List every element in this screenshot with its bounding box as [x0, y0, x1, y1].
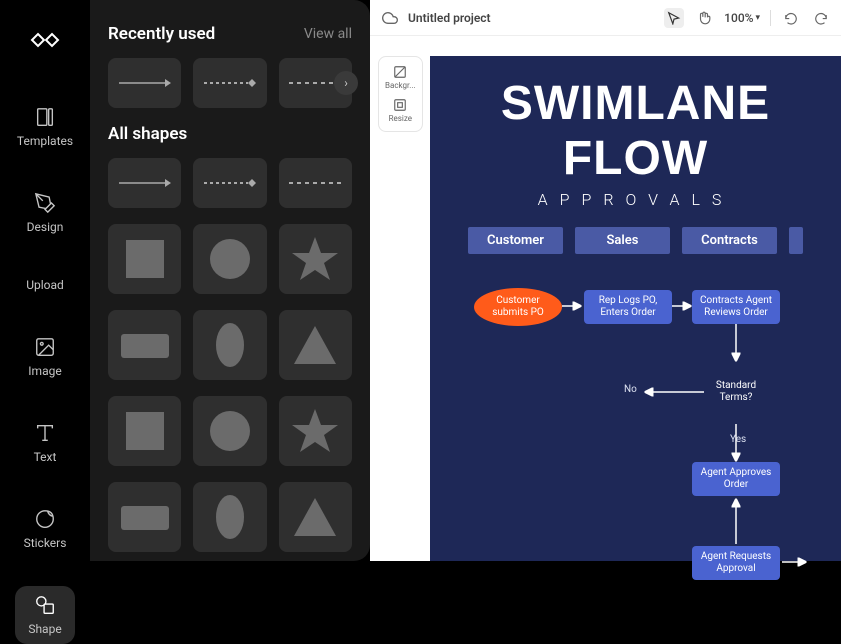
- all-shapes-title: All shapes: [108, 124, 187, 144]
- nav-label: Text: [34, 450, 57, 464]
- node-rep-logs: Rep Logs PO,Enters Order: [584, 290, 672, 324]
- redo-button[interactable]: [811, 8, 831, 28]
- shapes-panel: Recently used View all › All shapes: [90, 0, 370, 561]
- flow-body: Customersubmits PO Rep Logs PO,Enters Or…: [460, 264, 811, 604]
- design-icon: [34, 192, 56, 214]
- shape-circle[interactable]: [193, 396, 266, 466]
- label-no: No: [624, 384, 637, 395]
- lane-header: Contracts: [682, 227, 777, 254]
- templates-icon: [34, 106, 56, 128]
- shape-triangle[interactable]: [279, 310, 352, 380]
- nav-label: Upload: [26, 278, 64, 292]
- project-title[interactable]: Untitled project: [408, 11, 491, 25]
- label-yes: Yes: [730, 434, 746, 445]
- nav-stickers[interactable]: Stickers: [15, 500, 75, 558]
- node-agent-approves: Agent ApprovesOrder: [692, 462, 780, 496]
- lane-header: [789, 227, 803, 254]
- chevron-right-icon: ›: [344, 76, 348, 90]
- shape-square[interactable]: [108, 224, 181, 294]
- image-icon: [34, 336, 56, 358]
- zoom-level[interactable]: 100%▾: [724, 11, 760, 25]
- shape-triangle[interactable]: [279, 482, 352, 552]
- nav-label: Templates: [17, 134, 73, 148]
- shape-arrow-dashed-diamond[interactable]: [193, 158, 266, 208]
- nav-label: Stickers: [24, 536, 67, 550]
- hand-tool[interactable]: [694, 8, 714, 28]
- lane-header: Customer: [468, 227, 563, 254]
- nav-templates[interactable]: Templates: [15, 98, 75, 156]
- nav-design[interactable]: Design: [15, 184, 75, 242]
- canvas-side-tools: Backgr... Resize: [378, 56, 423, 132]
- canvas-area: Untitled project 100%▾ Backgr... Resize …: [370, 0, 841, 561]
- shape-ellipse[interactable]: [193, 310, 266, 380]
- node-customer-submits: Customersubmits PO: [474, 288, 562, 326]
- nav-shape[interactable]: Shape: [15, 586, 75, 644]
- chevron-down-icon: ▾: [755, 13, 760, 23]
- shape-star[interactable]: [279, 224, 352, 294]
- shape-ellipse[interactable]: [193, 482, 266, 552]
- stickers-icon: [34, 508, 56, 530]
- shape-rectangle[interactable]: [108, 310, 181, 380]
- cursor-tool[interactable]: [664, 8, 684, 28]
- nav-label: Image: [28, 364, 61, 378]
- background-icon: [393, 65, 407, 79]
- nav-upload[interactable]: Upload: [15, 270, 75, 300]
- text-icon: [34, 422, 56, 444]
- shape-arrow-dashed-diamond[interactable]: [193, 58, 266, 108]
- view-all-link[interactable]: View all: [304, 26, 352, 42]
- nav-text[interactable]: Text: [15, 414, 75, 472]
- recently-used-title: Recently used: [108, 24, 215, 44]
- nav-image[interactable]: Image: [15, 328, 75, 386]
- shape-rectangle[interactable]: [108, 482, 181, 552]
- flowchart-title: SWIMLANE FLOW: [460, 76, 811, 186]
- shape-arrow-solid[interactable]: [108, 58, 181, 108]
- lane-header: Sales: [575, 227, 670, 254]
- resize-tool[interactable]: Resize: [387, 96, 414, 125]
- design-canvas[interactable]: SWIMLANE FLOW APPROVALS Customer Sales C…: [430, 56, 841, 561]
- shape-circle[interactable]: [193, 224, 266, 294]
- resize-icon: [393, 98, 407, 112]
- shape-square[interactable]: [108, 396, 181, 466]
- shape-star[interactable]: [279, 396, 352, 466]
- flowchart-subtitle: APPROVALS: [460, 190, 811, 209]
- nav-label: Design: [27, 220, 64, 234]
- shape-line-dashed[interactable]: [279, 158, 352, 208]
- node-standard-terms: StandardTerms?: [704, 360, 768, 424]
- shape-arrow-solid[interactable]: [108, 158, 181, 208]
- cloud-sync-icon[interactable]: [380, 8, 400, 28]
- app-logo: [30, 30, 60, 50]
- shape-icon: [34, 594, 56, 616]
- carousel-next-button[interactable]: ›: [334, 71, 358, 95]
- nav-label: Shape: [28, 622, 61, 636]
- undo-button[interactable]: [781, 8, 801, 28]
- background-tool[interactable]: Backgr...: [383, 63, 418, 92]
- top-toolbar: Untitled project 100%▾: [370, 0, 841, 36]
- node-contracts-agent: Contracts AgentReviews Order: [692, 290, 780, 324]
- node-agent-requests: Agent RequestsApproval: [692, 546, 780, 580]
- left-navigation: Templates Design Upload Image Text Stick…: [0, 0, 90, 561]
